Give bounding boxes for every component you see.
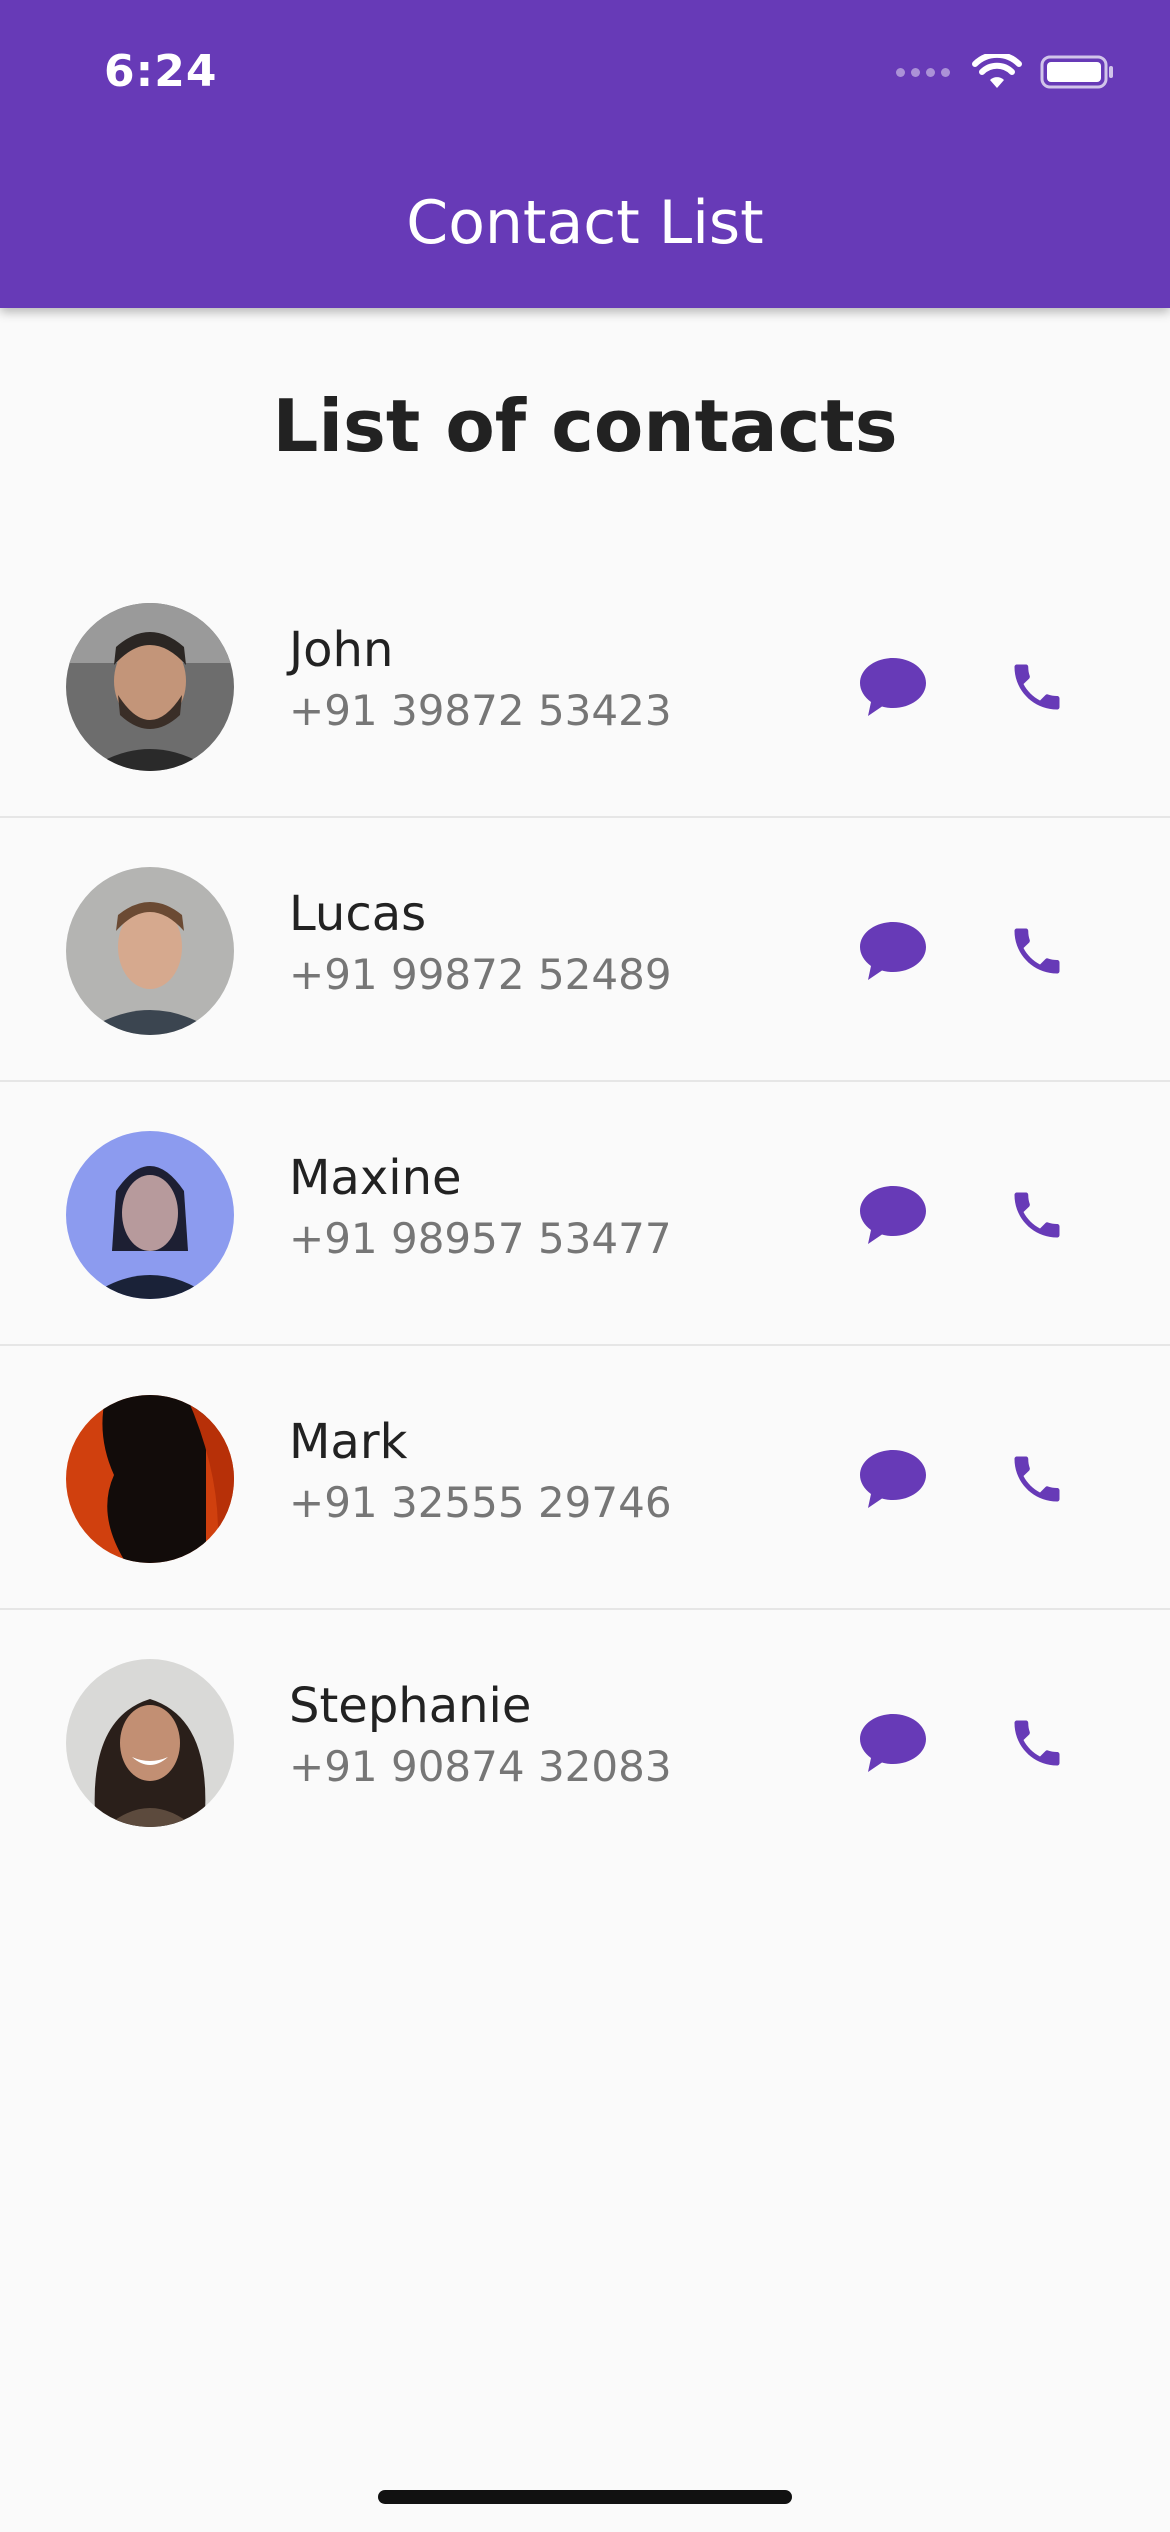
message-icon (860, 1186, 926, 1244)
phone-icon (1014, 1192, 1060, 1238)
contact-name: Lucas (289, 886, 427, 942)
contact-name: Mark (289, 1414, 408, 1470)
wifi-icon (972, 54, 1022, 88)
contact-phone: +91 32555 29746 (289, 1478, 672, 1527)
avatar (66, 1395, 234, 1563)
message-button[interactable] (848, 1698, 938, 1788)
call-button[interactable] (992, 906, 1082, 996)
contact-row[interactable]: Mark +91 32555 29746 (0, 1346, 1170, 1610)
contact-row[interactable]: Stephanie +91 90874 32083 (0, 1610, 1170, 1874)
contact-row[interactable]: Lucas +91 99872 52489 (0, 818, 1170, 1082)
contact-name: Stephanie (289, 1678, 532, 1734)
message-icon (860, 1450, 926, 1508)
message-icon (860, 922, 926, 980)
contact-phone: +91 98957 53477 (289, 1214, 672, 1263)
phone-icon (1014, 664, 1060, 710)
cellular-signal-icon (896, 67, 950, 77)
status-time: 6:24 (104, 46, 218, 97)
contact-phone: +91 90874 32083 (289, 1742, 672, 1791)
contact-row[interactable]: Maxine +91 98957 53477 (0, 1082, 1170, 1346)
app-bar: 6:24 Contact List (0, 0, 1170, 308)
status-icons (896, 54, 1114, 90)
contact-name: Maxine (289, 1150, 462, 1206)
avatar (66, 603, 234, 771)
phone-icon (1014, 1456, 1060, 1502)
phone-icon (1014, 1720, 1060, 1766)
message-button[interactable] (848, 1170, 938, 1260)
page-heading: List of contacts (272, 384, 898, 468)
avatar (66, 867, 234, 1035)
battery-icon (1040, 55, 1113, 89)
message-button[interactable] (848, 642, 938, 732)
call-button[interactable] (992, 1698, 1082, 1788)
message-button[interactable] (848, 1434, 938, 1524)
call-button[interactable] (992, 1170, 1082, 1260)
message-icon (860, 658, 926, 716)
message-button[interactable] (848, 906, 938, 996)
home-indicator[interactable] (378, 2490, 792, 2504)
contact-phone: +91 39872 53423 (289, 686, 672, 735)
contact-phone: +91 99872 52489 (289, 950, 672, 999)
avatar (66, 1131, 234, 1299)
contact-row[interactable]: John +91 39872 53423 (0, 554, 1170, 818)
contact-list: John +91 39872 53423 Lucas +91 99872 524… (0, 554, 1170, 1874)
avatar (66, 1659, 234, 1827)
contact-name: John (289, 622, 394, 678)
call-button[interactable] (992, 1434, 1082, 1524)
call-button[interactable] (992, 642, 1082, 732)
message-icon (860, 1714, 926, 1772)
phone-icon (1014, 928, 1060, 974)
app-title: Contact List (406, 188, 764, 258)
main-content: List of contacts John +91 39872 53423 Lu… (0, 308, 1170, 1827)
